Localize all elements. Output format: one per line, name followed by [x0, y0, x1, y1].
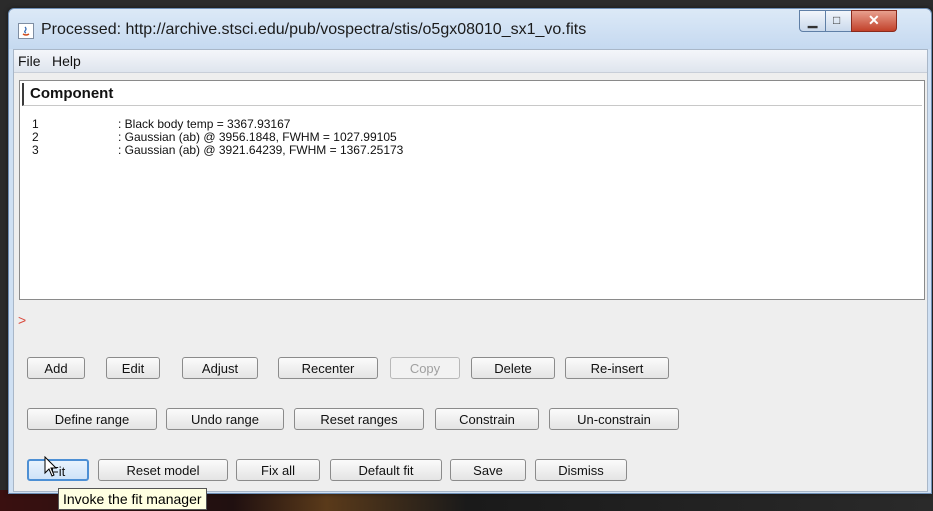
component-list-header: Component	[22, 83, 922, 106]
fix-all-button[interactable]: Fix all	[236, 459, 320, 481]
window-title: Processed: http://archive.stsci.edu/pub/…	[41, 21, 587, 38]
mouse-cursor-icon	[44, 456, 58, 477]
reset-ranges-button[interactable]: Reset ranges	[294, 408, 424, 430]
add-button[interactable]: Add	[27, 357, 85, 379]
fit-dialog-window: Processed: http://archive.stsci.edu/pub/…	[8, 8, 932, 494]
maximize-button[interactable]: □	[825, 10, 853, 32]
menu-bar: File Help	[14, 50, 927, 73]
close-button[interactable]: ✕	[851, 10, 897, 32]
component-list[interactable]: Component 1 : Black body temp = 3367.931…	[19, 80, 925, 300]
reinsert-button[interactable]: Re-insert	[565, 357, 669, 379]
menu-help[interactable]: Help	[52, 53, 81, 69]
constrain-button[interactable]: Constrain	[435, 408, 539, 430]
component-header-label: Component	[30, 85, 114, 102]
save-button[interactable]: Save	[450, 459, 526, 481]
reset-model-button[interactable]: Reset model	[98, 459, 228, 481]
minimize-icon: ▁	[808, 14, 818, 28]
dialog-client-area: File Help Component 1 : Black body temp …	[13, 49, 928, 492]
define-range-button[interactable]: Define range	[27, 408, 157, 430]
edit-button[interactable]: Edit	[106, 357, 160, 379]
status-prompt: >	[18, 312, 27, 328]
adjust-button[interactable]: Adjust	[182, 357, 258, 379]
menu-file[interactable]: File	[18, 53, 41, 69]
delete-button[interactable]: Delete	[471, 357, 555, 379]
fit-button[interactable]: Fit	[27, 459, 89, 481]
recenter-button[interactable]: Recenter	[278, 357, 378, 379]
component-description: : Gaussian (ab) @ 3921.64239, FWHM = 136…	[118, 143, 404, 157]
title-bar[interactable]: Processed: http://archive.stsci.edu/pub/…	[9, 9, 931, 49]
close-icon: ✕	[868, 12, 880, 28]
copy-button[interactable]: Copy	[390, 357, 460, 379]
minimize-button[interactable]: ▁	[799, 10, 827, 32]
component-index: 3	[32, 143, 39, 157]
default-fit-button[interactable]: Default fit	[330, 459, 442, 481]
dismiss-button[interactable]: Dismiss	[535, 459, 627, 481]
fit-tooltip: Invoke the fit manager	[58, 488, 207, 510]
unconstrain-button[interactable]: Un-constrain	[549, 408, 679, 430]
java-app-icon	[18, 23, 34, 39]
maximize-icon: □	[833, 13, 841, 27]
undo-range-button[interactable]: Undo range	[166, 408, 284, 430]
